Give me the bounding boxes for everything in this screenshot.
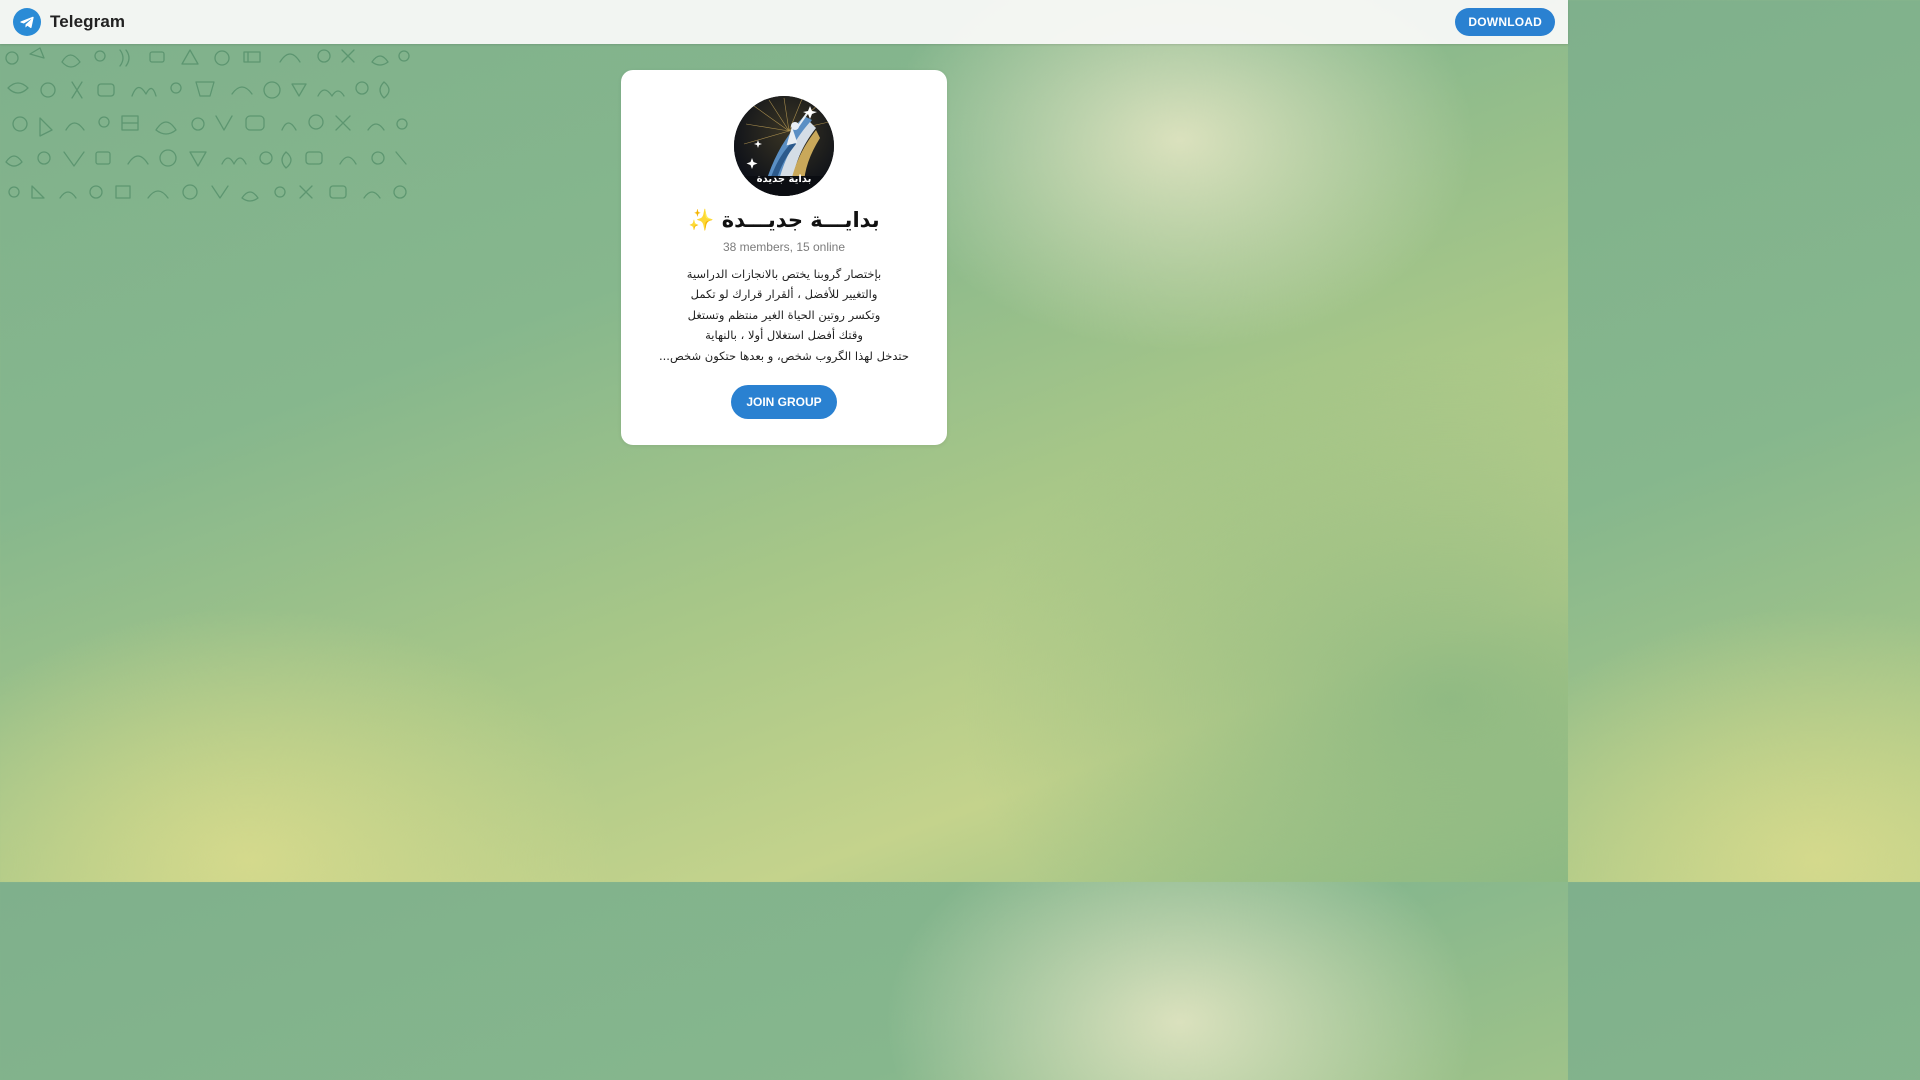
- group-member-count: 38 members, 15 online: [722, 240, 846, 254]
- group-avatar: بداية جديدة: [734, 96, 834, 196]
- description-line: والتغيير للأفضل ، ألقرار قرارك لو تكمل: [690, 287, 878, 302]
- brand-name: Telegram: [50, 12, 126, 31]
- telegram-logo-icon: [13, 8, 41, 36]
- download-button[interactable]: DOWNLOAD: [1455, 8, 1555, 36]
- group-avatar-caption: بداية جديدة: [756, 174, 812, 185]
- group-card: بداية جديدة بدايـــة جديـــدة ✨ 38 membe…: [621, 70, 947, 445]
- background-doodle-pattern: [5, 47, 410, 202]
- top-bar: Telegram DOWNLOAD: [0, 0, 1568, 44]
- description-line: وتكسر روتين الحياة الغير منتظم وتستغل: [687, 307, 881, 322]
- group-description: بإختصار گروبنا يختص بالانجازات الدراسية …: [633, 264, 935, 366]
- description-line: بإختصار گروبنا يختص بالانجازات الدراسية: [686, 267, 882, 281]
- group-title: بدايـــة جديـــدة ✨: [688, 208, 880, 232]
- brand-link[interactable]: Telegram: [13, 8, 125, 36]
- join-group-button[interactable]: JOIN GROUP: [731, 385, 837, 419]
- description-line: حتدخل لهذا الگروب شخص، و بعدها حتكون شخص…: [658, 348, 910, 363]
- description-line: وقتك أفضل استغلال أولا ، بالنهاية: [705, 328, 863, 343]
